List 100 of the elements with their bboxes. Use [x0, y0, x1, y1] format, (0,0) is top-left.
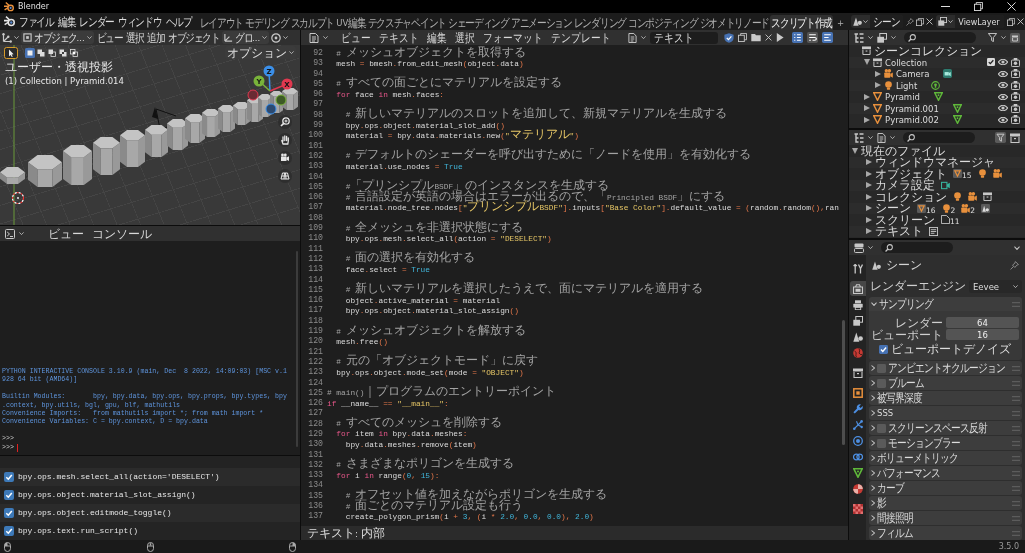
menu-item[interactable]: 選択 [125, 31, 145, 44]
file-tree-item[interactable]: 現在のファイル [861, 144, 945, 157]
funnel-icon[interactable] [988, 33, 997, 42]
menu-item[interactable]: オブジェクト [167, 31, 221, 44]
chevron-down-icon[interactable] [868, 246, 873, 249]
menu-item[interactable]: コンソール [90, 227, 154, 240]
disclosure-right-icon[interactable] [864, 93, 870, 100]
panel-header[interactable]: 間接照明 [869, 511, 1022, 525]
negative-axis-handle[interactable] [247, 89, 259, 101]
zoom-icon[interactable] [278, 115, 292, 129]
checkbox-icon[interactable] [877, 363, 886, 373]
chevron-down-icon[interactable] [868, 136, 873, 139]
eye-icon[interactable] [998, 116, 1008, 123]
chevron-down-icon[interactable] [283, 36, 289, 39]
panel-header[interactable]: SSS [869, 406, 1022, 420]
disclosure-right-icon[interactable] [866, 193, 872, 200]
menu-item[interactable]: ウィンドウ [116, 15, 164, 28]
add-workspace-button[interactable]: + [833, 15, 849, 30]
console-icon[interactable] [5, 228, 15, 239]
scrollbar-thumb[interactable] [842, 320, 845, 445]
outliner-item[interactable]: Camera [896, 67, 930, 81]
menu-item[interactable]: テンプレート [549, 31, 614, 44]
tree-list-icon[interactable] [854, 32, 864, 43]
drag-handle-icon[interactable] [1012, 515, 1020, 521]
menu-item[interactable]: レンダー [77, 15, 117, 28]
x-icon[interactable] [765, 34, 773, 41]
eye-icon[interactable] [998, 93, 1008, 100]
workspace-tab[interactable]: コンポジティング [627, 15, 699, 30]
render-camera-icon[interactable] [1011, 92, 1020, 102]
filled-square-icon[interactable] [25, 47, 35, 58]
panel-header[interactable]: カーブ [869, 481, 1022, 495]
chevron-down-icon[interactable] [14, 36, 19, 39]
panel-header[interactable]: ボリューメトリック [869, 451, 1022, 465]
drag-handle-icon[interactable] [1012, 365, 1020, 371]
disclosure-right-icon[interactable] [866, 182, 872, 189]
highlight-lines-icon[interactable] [822, 32, 834, 43]
drag-handle-icon[interactable] [1012, 485, 1020, 491]
outliner-item[interactable]: Pyramid.002 [885, 113, 939, 127]
panel-header[interactable]: フィルム [869, 526, 1022, 540]
chevron-down-icon[interactable] [1001, 36, 1006, 39]
panel-header[interactable]: パフォーマンス [869, 466, 1022, 480]
x-icon[interactable] [1016, 18, 1024, 25]
chevron-down-icon[interactable] [19, 232, 24, 235]
properties-tab[interactable] [850, 465, 866, 480]
panel-header[interactable]: サンプリング [869, 297, 1022, 311]
drag-handle-icon[interactable] [1012, 530, 1020, 536]
overlapping-squares-icon[interactable] [36, 47, 46, 58]
workspace-tab[interactable]: シェーディング [446, 15, 510, 30]
subtract-squares-icon[interactable] [47, 47, 57, 58]
viewport-grid-background[interactable] [0, 45, 300, 225]
grid-icon[interactable] [278, 169, 292, 183]
properties-tab[interactable] [850, 281, 866, 296]
menu-item[interactable]: 追加 [146, 31, 166, 44]
panel-header[interactable]: ブルーム [869, 376, 1022, 390]
search-field[interactable] [881, 242, 953, 253]
view-layer-selector[interactable]: ViewLayer [936, 15, 1004, 28]
panel-header[interactable]: 影 [869, 496, 1022, 510]
menu-item[interactable]: ファイル [17, 15, 56, 28]
menu-item[interactable]: フォーマット [481, 31, 546, 44]
drag-handle-icon[interactable] [1012, 440, 1020, 446]
properties-tab[interactable] [850, 385, 866, 400]
checkbox-icon[interactable] [877, 423, 886, 433]
workspace-tab[interactable]: レンダリング [572, 15, 627, 30]
duplicate-icon[interactable] [738, 33, 748, 42]
outliner-item[interactable]: シーンコレクション [874, 44, 982, 57]
number-field[interactable]: 64 [946, 317, 1019, 328]
workspace-tab[interactable]: モデリング [244, 15, 290, 30]
properties-editor-icon[interactable] [854, 242, 864, 253]
disclosure-right-icon[interactable] [866, 159, 872, 166]
properties-tab[interactable] [850, 417, 866, 432]
menu-item[interactable]: ビュー [95, 31, 124, 44]
bulb-ring-icon[interactable] [931, 80, 941, 90]
duplicate-icon[interactable] [916, 17, 925, 26]
properties-tab[interactable] [850, 433, 866, 448]
image-stack-icon[interactable] [877, 32, 887, 43]
pivot-icon[interactable] [271, 32, 282, 43]
chevron-down-icon[interactable] [1014, 245, 1020, 250]
x-icon[interactable] [926, 18, 934, 25]
mode-dropdown[interactable]: オブジェク... [21, 31, 94, 44]
workspace-tab[interactable]: アニメーション [509, 15, 573, 30]
triangle-icon[interactable] [952, 103, 962, 113]
chevron-down-icon[interactable] [641, 36, 647, 39]
drag-handle-icon[interactable] [1012, 410, 1020, 416]
funnel-icon[interactable] [995, 132, 1006, 143]
camera-tile-icon[interactable] [943, 69, 953, 79]
checkbox-icon[interactable] [987, 58, 995, 67]
render-camera-icon[interactable] [1011, 57, 1020, 67]
triangle-icon[interactable] [952, 115, 962, 125]
outliner-item[interactable]: Light [896, 78, 918, 92]
workspace-tab[interactable]: レイアウト [198, 15, 245, 30]
disclosure-right-icon[interactable] [866, 216, 872, 223]
movie-camera-icon[interactable] [278, 151, 292, 165]
panel-header[interactable]: スクリーンスペース反射 [869, 421, 1022, 435]
numbered-lines-icon[interactable] [792, 32, 804, 43]
text-editor-icon[interactable] [309, 32, 319, 43]
workspace-tab[interactable]: スクリプト作成 [770, 15, 834, 30]
chevron-down-icon[interactable] [323, 36, 328, 39]
blender-menu-icon[interactable] [4, 16, 15, 27]
disclosure-right-icon[interactable] [875, 82, 881, 89]
axes-icon[interactable] [2, 32, 12, 43]
